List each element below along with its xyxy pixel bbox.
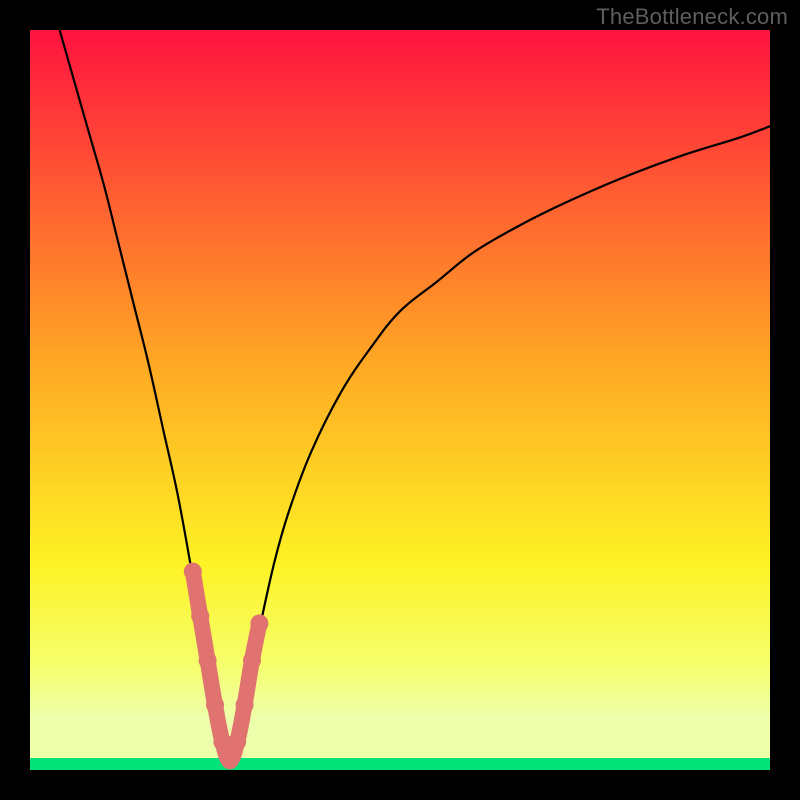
highlight-dot	[243, 651, 261, 669]
gradient-background	[30, 30, 770, 770]
highlight-dot	[199, 651, 217, 669]
watermark-text: TheBottleneck.com	[596, 4, 788, 30]
chart-container: TheBottleneck.com	[0, 0, 800, 800]
highlight-dot	[221, 751, 239, 769]
highlight-dot	[236, 696, 254, 714]
highlight-dot	[228, 733, 246, 751]
chart-svg	[30, 30, 770, 770]
highlight-dot	[184, 563, 202, 581]
highlight-dot	[206, 696, 224, 714]
green-band	[30, 758, 770, 770]
highlight-dot	[250, 614, 268, 632]
plot-area	[30, 30, 770, 770]
highlight-dot	[191, 607, 209, 625]
